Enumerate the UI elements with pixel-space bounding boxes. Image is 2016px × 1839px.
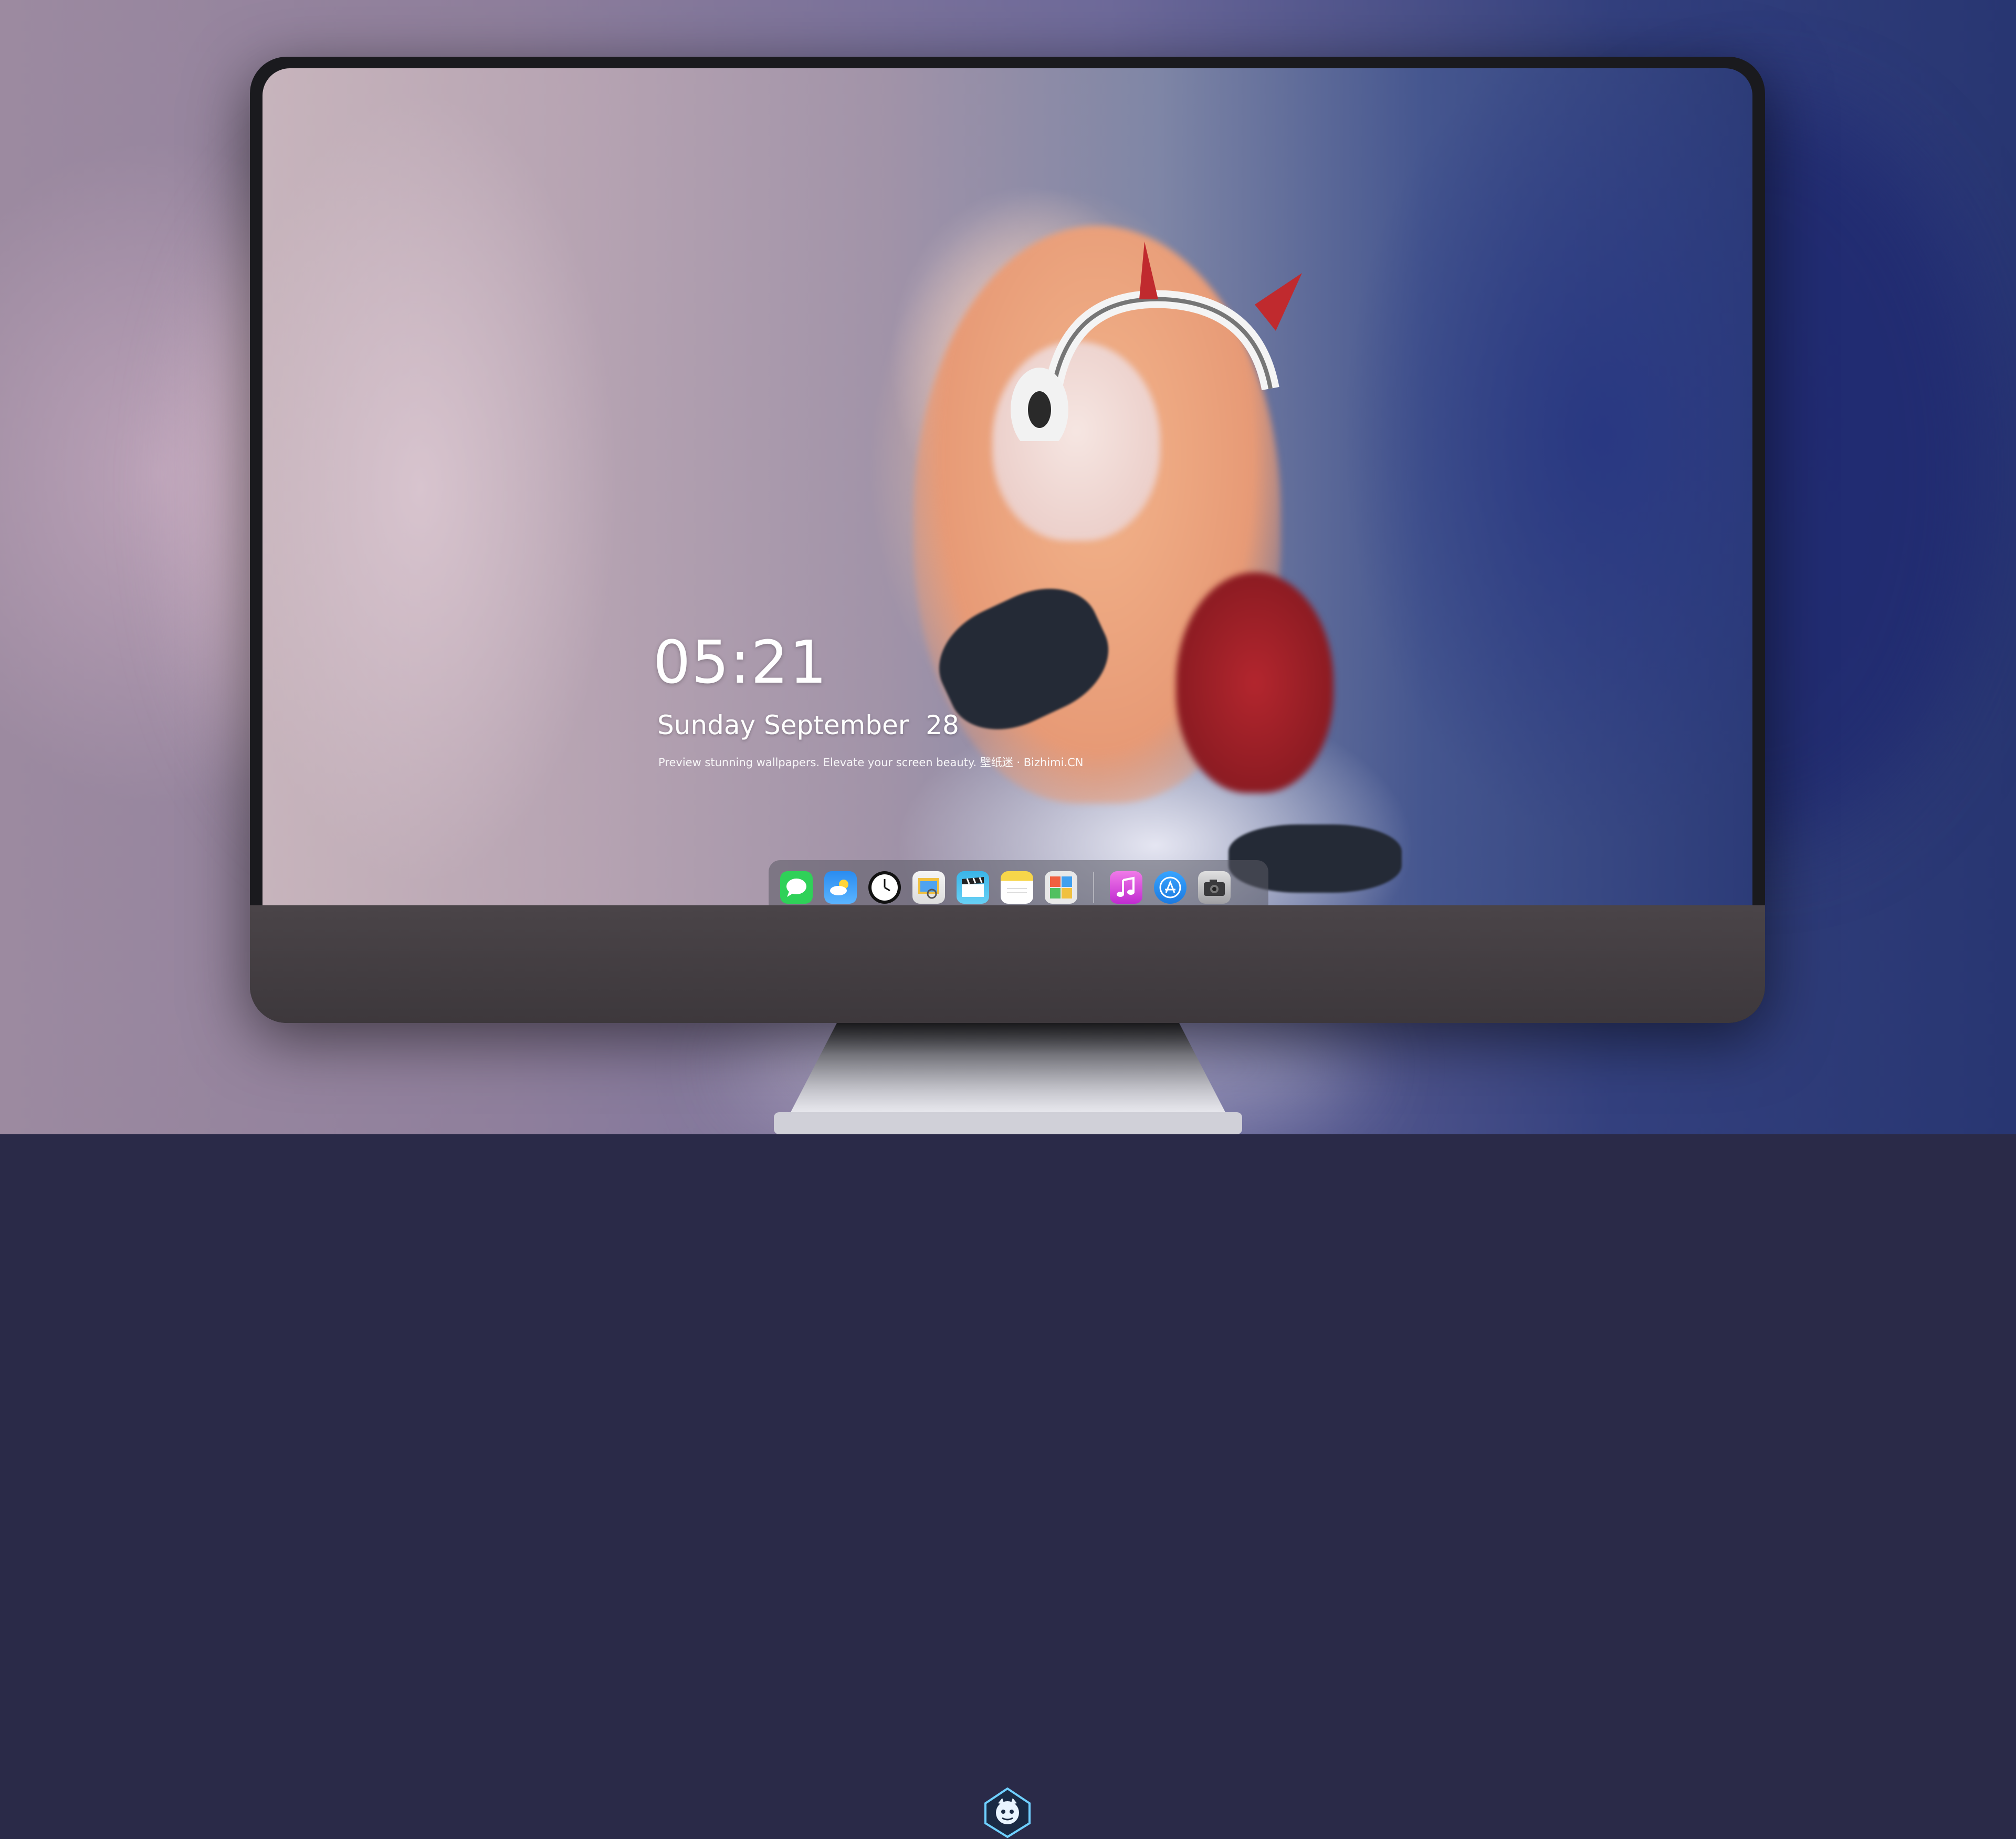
monitor-chin — [250, 905, 1765, 1838]
headband-decoration — [1011, 242, 1302, 441]
monitor-stand — [774, 1023, 1242, 1134]
lockscreen-tagline: Preview stunning wallpapers. Elevate you… — [658, 756, 1084, 769]
music-icon[interactable] — [1110, 871, 1142, 904]
messages-icon[interactable] — [780, 871, 813, 904]
clock-icon[interactable] — [868, 871, 901, 904]
dock-separator — [1093, 872, 1094, 903]
weather-icon[interactable] — [824, 871, 857, 904]
brand-logo-icon — [984, 1787, 1031, 1838]
preview-icon[interactable] — [912, 871, 945, 904]
app-store-icon[interactable] — [1154, 871, 1186, 904]
notes-icon[interactable] — [1001, 871, 1033, 904]
desktop-screen: 05:21 Sunday September 28 Preview stunni… — [262, 68, 1752, 905]
lockscreen-date: Sunday September 28 — [657, 710, 959, 740]
lockscreen-time: 05:21 — [653, 629, 828, 697]
photo-gallery-icon[interactable] — [1045, 871, 1077, 904]
dock — [769, 860, 1268, 905]
camera-icon[interactable] — [1198, 871, 1231, 904]
clapperboard-icon[interactable] — [957, 871, 989, 904]
monitor: 05:21 Sunday September 28 Preview stunni… — [250, 57, 1765, 1838]
